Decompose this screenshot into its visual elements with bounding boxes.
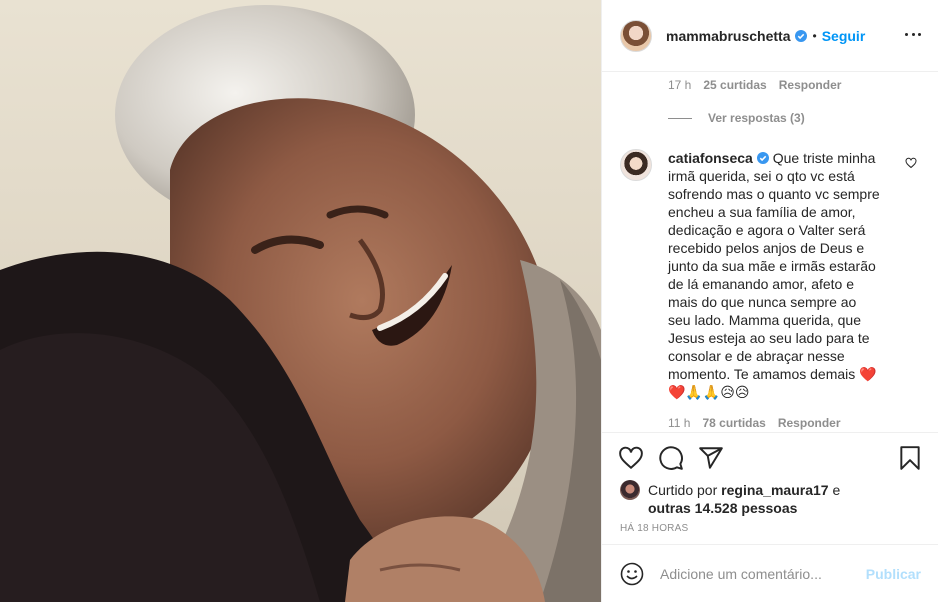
share-icon[interactable] bbox=[698, 445, 724, 471]
comment-text: Que triste minha irmã querida, sei o qto… bbox=[668, 150, 880, 382]
comment-meta: 11 h 78 curtidas Responder bbox=[668, 416, 841, 430]
liker-avatar[interactable] bbox=[620, 480, 640, 500]
liked-by-middle: e bbox=[828, 482, 841, 498]
comment-body: catiafonseca Que triste minha irmã queri… bbox=[668, 149, 882, 401]
verified-badge-icon bbox=[794, 29, 807, 42]
comment-like-heart-icon[interactable] bbox=[905, 157, 917, 169]
comment-input[interactable] bbox=[660, 565, 860, 582]
comment-item: catiafonseca Que triste minha irmã queri… bbox=[620, 149, 920, 401]
comment-likes[interactable]: 25 curtidas bbox=[703, 78, 766, 92]
comment-time: 11 h bbox=[668, 416, 691, 430]
header-separator: • bbox=[812, 28, 817, 43]
comment-icon[interactable] bbox=[658, 445, 684, 471]
liked-by: Curtido por regina_maura17 e outras 14.5… bbox=[620, 480, 898, 517]
commenter-avatar[interactable] bbox=[620, 149, 652, 181]
photo-illustration bbox=[0, 5, 601, 602]
commenter-username[interactable]: catiafonseca bbox=[668, 150, 753, 166]
comments-list[interactable]: 17 h 25 curtidas Responder Ver respostas… bbox=[602, 73, 938, 431]
author-avatar[interactable] bbox=[620, 19, 652, 52]
post-photo[interactable] bbox=[0, 0, 601, 602]
liked-by-text: Curtido por regina_maura17 e outras 14.5… bbox=[648, 481, 898, 517]
follow-button[interactable]: Seguir bbox=[822, 28, 866, 44]
comment-time: 17 h bbox=[668, 78, 692, 92]
prev-comment-meta: 17 h 25 curtidas Responder bbox=[668, 78, 841, 92]
publish-button[interactable]: Publicar bbox=[866, 566, 921, 582]
view-replies-label[interactable]: Ver respostas (3) bbox=[708, 111, 805, 125]
comment-emojis: ❤️🙏🙏😥😥 bbox=[668, 384, 750, 400]
reply-button[interactable]: Responder bbox=[778, 416, 841, 430]
comment-likes[interactable]: 78 curtidas bbox=[702, 416, 765, 430]
verified-badge-icon bbox=[756, 152, 769, 164]
post-header: mammabruschetta • Seguir bbox=[602, 0, 938, 72]
post-timestamp[interactable]: HÁ 18 HORAS bbox=[620, 523, 688, 534]
replies-divider bbox=[668, 117, 692, 119]
liker-username[interactable]: regina_maura17 bbox=[721, 482, 828, 498]
emoji-icon[interactable] bbox=[620, 562, 644, 586]
action-bar: Curtido por regina_maura17 e outras 14.5… bbox=[602, 432, 938, 544]
heart-icon[interactable] bbox=[618, 445, 644, 471]
author-username[interactable]: mammabruschetta bbox=[666, 28, 791, 44]
post-sidebar: mammabruschetta • Seguir 17 h 25 curtida… bbox=[601, 0, 938, 602]
reply-button[interactable]: Responder bbox=[779, 78, 842, 92]
view-replies[interactable]: Ver respostas (3) bbox=[668, 111, 805, 125]
more-options-icon[interactable] bbox=[905, 26, 921, 42]
liked-by-prefix: Curtido por bbox=[648, 482, 722, 498]
add-comment-bar: Publicar bbox=[602, 544, 938, 602]
likes-count[interactable]: outras 14.528 pessoas bbox=[648, 500, 797, 516]
bookmark-icon[interactable] bbox=[897, 445, 923, 471]
